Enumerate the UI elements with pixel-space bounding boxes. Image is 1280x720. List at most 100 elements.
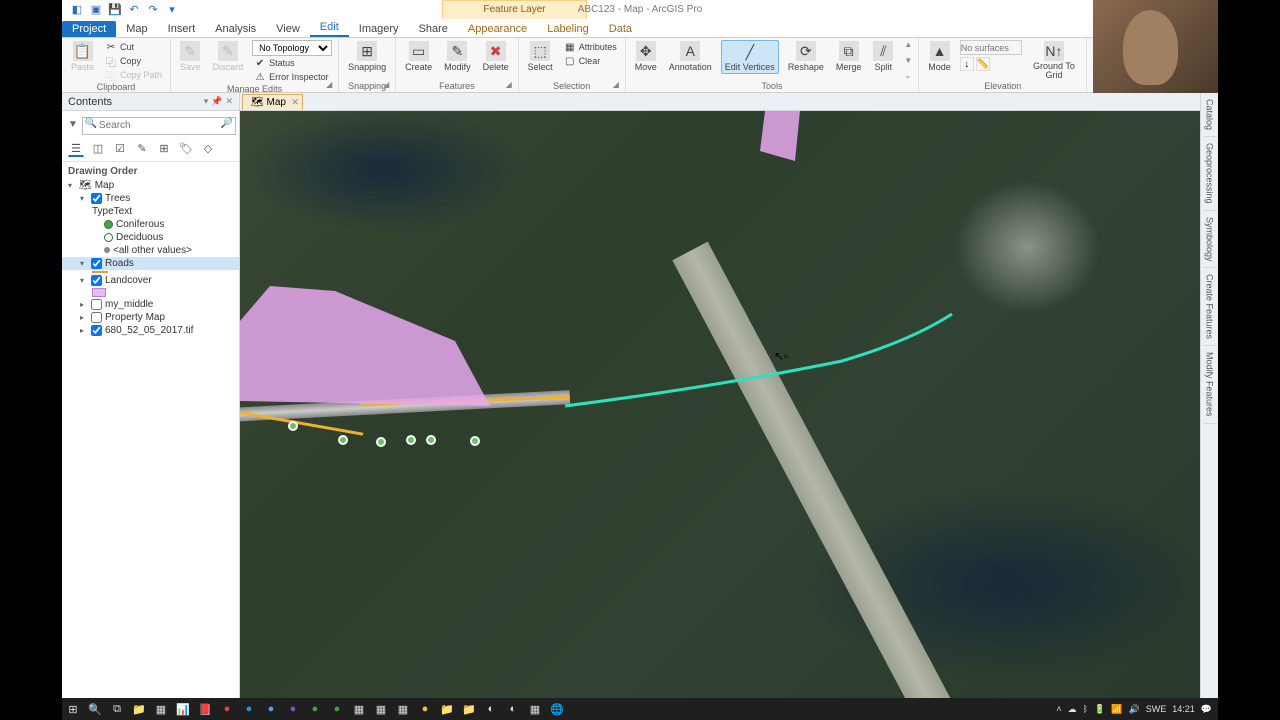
layer-roads[interactable]: ▾Roads [62,257,239,270]
tab-analysis[interactable]: Analysis [205,21,266,37]
tab-edit[interactable]: Edit [310,19,349,37]
app-icon[interactable]: ● [326,698,348,720]
tools-gallery-expand-icon[interactable]: ⌄ [904,71,912,80]
create-button[interactable]: ▭Create [402,40,435,73]
app-icon[interactable]: ● [414,698,436,720]
topology-select[interactable]: No Topology [252,40,332,56]
tab-project[interactable]: Project [62,21,116,37]
paste-button[interactable]: 📋 Paste [68,40,97,73]
tray-notifications-icon[interactable]: 💬 [1201,704,1212,715]
contents-pin-icon[interactable]: 📌 [211,96,222,107]
tab-imagery[interactable]: Imagery [349,21,409,37]
start-button[interactable]: ⊞ [62,698,84,720]
trees-checkbox[interactable] [91,193,102,204]
elev-down-icon[interactable]: ↓ [960,57,974,71]
app-icon[interactable]: ▦ [392,698,414,720]
tray-time[interactable]: 14:21 [1172,704,1195,714]
sym-allother[interactable]: <all other values> [62,244,239,257]
list-labeling-icon[interactable]: 🏷 [178,141,194,157]
delete-button[interactable]: ✖Delete [480,40,512,73]
tab-data[interactable]: Data [599,21,642,37]
contents-close-icon[interactable]: ✕ [225,96,233,107]
tray-cloud-icon[interactable]: ☁ [1068,704,1077,715]
tray-up-icon[interactable]: ˄ [1056,704,1061,714]
list-perspective-icon[interactable]: ◇ [200,141,216,157]
list-source-icon[interactable]: ◫ [90,141,106,157]
new-project-icon[interactable]: ◧ [70,3,84,17]
pane-create-features[interactable]: Create Features [1203,268,1217,346]
merge-button[interactable]: ⧉Merge [833,40,865,73]
contents-search-input[interactable] [82,117,236,135]
list-editing-icon[interactable]: ✎ [134,141,150,157]
status-button[interactable]: ✔Status [252,56,332,70]
app-icon[interactable]: 📁 [458,698,480,720]
view-tab-map[interactable]: 🗺 Map✕ [242,94,303,110]
discard-button[interactable]: ✎Discard [210,40,247,73]
chrome-icon[interactable]: 🌐 [546,698,568,720]
list-snapping-icon[interactable]: ⊞ [156,141,172,157]
app-icon[interactable]: 📊 [172,698,194,720]
app-icon[interactable]: 📁 [436,698,458,720]
layer-property-map[interactable]: ▸Property Map [62,311,239,324]
tools-scroll-down-icon[interactable]: ▼ [904,56,912,65]
search-taskbar-icon[interactable]: 🔍 [84,698,106,720]
elevation-mode-button[interactable]: ▲Mode [925,40,954,73]
roads-checkbox[interactable] [91,258,102,269]
open-project-icon[interactable]: ▣ [89,3,103,17]
map-canvas[interactable]: ↖▫ [240,111,1200,703]
search-clear-icon[interactable]: 🔎 [220,118,232,129]
landcover-checkbox[interactable] [91,275,102,286]
copy-button[interactable]: ⿻Copy [103,54,164,68]
clear-button[interactable]: ▢Clear [562,54,619,68]
manage-edits-launcher[interactable]: ◢ [326,80,336,90]
tree-point[interactable] [288,421,298,431]
layer-trees[interactable]: ▾Trees [62,192,239,205]
list-drawing-order-icon[interactable]: ☰ [68,141,84,157]
pane-symbology[interactable]: Symbology [1203,211,1217,269]
layer-raster[interactable]: ▸680_52_05_2017.tif [62,324,239,337]
sym-deciduous[interactable]: Deciduous [62,231,239,244]
error-inspector-button[interactable]: ⚠Error Inspector [252,70,332,84]
app-icon[interactable]: ● [238,698,260,720]
landcover-symbol[interactable] [62,287,239,298]
copy-path-button[interactable]: ⿻Copy Path [103,68,164,82]
app-icon[interactable]: ▦ [524,698,546,720]
app-icon[interactable]: ● [260,698,282,720]
pane-catalog[interactable]: Catalog [1203,93,1217,137]
tab-labeling[interactable]: Labeling [537,21,599,37]
ground-to-grid-button[interactable]: N↑Ground To Grid [1028,40,1080,81]
tray-battery-icon[interactable]: 🔋 [1094,704,1105,715]
layer-map[interactable]: ▾🗺Map [62,179,239,192]
layer-landcover[interactable]: ▾Landcover [62,274,239,287]
tools-scroll-up-icon[interactable]: ▲ [904,40,912,49]
contents-options-icon[interactable]: ▾ [204,96,209,107]
app-icon[interactable]: ● [282,698,304,720]
app-icon[interactable]: ◐ [502,698,524,720]
tree-point[interactable] [470,436,480,446]
tab-appearance[interactable]: Appearance [458,21,537,37]
sym-coniferous[interactable]: Coniferous [62,218,239,231]
trees-field[interactable]: TypeText [62,205,239,218]
tray-volume-icon[interactable]: 🔊 [1129,704,1140,715]
tree-point[interactable] [338,435,348,445]
tray-lang[interactable]: SWE [1146,704,1167,714]
close-map-tab-icon[interactable]: ✕ [291,97,299,108]
save-icon[interactable]: 💾 [108,3,122,17]
reshape-button[interactable]: ⟳Reshape [785,40,827,73]
app-icon[interactable]: ▦ [150,698,172,720]
save-edits-button[interactable]: ✎Save [177,40,204,73]
selected-road-feature[interactable] [565,314,952,406]
snapping-launcher[interactable]: ◢ [383,80,393,90]
tab-view[interactable]: View [266,21,310,37]
property-checkbox[interactable] [91,312,102,323]
my-middle-checkbox[interactable] [91,299,102,310]
tray-bt-icon[interactable]: ᛒ [1083,704,1088,714]
task-view-icon[interactable]: ⧉ [106,698,128,720]
app-icon[interactable]: ◐ [480,698,502,720]
layer-my-middle[interactable]: ▸my_middle [62,298,239,311]
app-icon[interactable]: 📕 [194,698,216,720]
select-button[interactable]: ⬚Select [525,40,556,73]
tray-wifi-icon[interactable]: 📶 [1111,704,1122,715]
tab-insert[interactable]: Insert [158,21,206,37]
move-tool-button[interactable]: ✥Move [632,40,660,73]
